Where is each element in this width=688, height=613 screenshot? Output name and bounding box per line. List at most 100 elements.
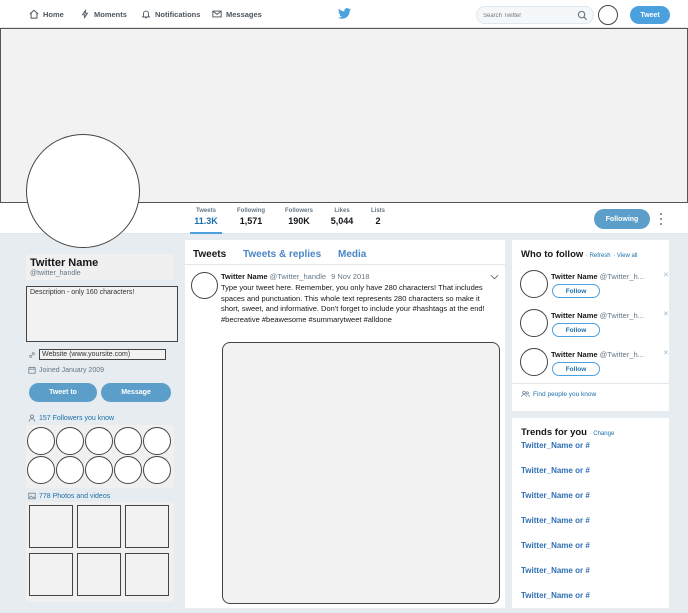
trend-item[interactable]: Twitter_Name or # (521, 466, 590, 475)
trend-item[interactable]: Twitter_Name or # (521, 541, 590, 550)
trend-item[interactable]: Twitter_Name or # (521, 591, 590, 600)
trend-item[interactable]: Twitter_Name or # (521, 491, 590, 500)
media-thumbnail[interactable] (125, 505, 169, 548)
tab-media[interactable]: Media (338, 249, 366, 260)
stat-likes[interactable]: Likes 5,044 (327, 208, 357, 226)
link-icon (29, 351, 35, 358)
nav-notifications[interactable]: Notifications (141, 9, 200, 19)
tab-tweets[interactable]: Tweets (193, 249, 226, 260)
nav-moments-label: Moments (94, 9, 127, 19)
media-thumbnail-grid (26, 502, 174, 602)
stat-following[interactable]: Following 1,571 (233, 208, 269, 226)
find-people-link[interactable]: Find people you know (521, 390, 596, 398)
account-avatar[interactable] (598, 5, 618, 25)
nav-messages-label: Messages (226, 9, 262, 19)
follower-avatar[interactable] (56, 456, 84, 484)
profile-name: Twitter Name (30, 257, 99, 269)
profile-avatar[interactable] (26, 134, 140, 248)
home-icon (29, 9, 39, 19)
bell-icon (141, 10, 151, 19)
media-thumbnail[interactable] (125, 553, 169, 596)
tweet-author-name[interactable]: Twitter Name (221, 272, 268, 281)
follow-button[interactable]: Follow (552, 323, 600, 337)
follower-avatar[interactable] (143, 427, 171, 455)
stat-label: Lists (370, 208, 385, 214)
top-navigation-bar: Home Moments Notifications Messages Twee… (0, 0, 688, 28)
view-all-link[interactable]: View all (617, 253, 638, 259)
suggested-user-name: Twitter Name (551, 272, 598, 281)
suggested-user: Twitter Name @Twitter_h... ✕ Follow (520, 309, 670, 341)
follower-avatar[interactable] (56, 427, 84, 455)
stat-label: Followers (284, 208, 313, 214)
trends-title: Trends for you (521, 427, 587, 438)
trend-item[interactable]: Twitter_Name or # (521, 516, 590, 525)
follower-avatar[interactable] (85, 456, 113, 484)
follow-button[interactable]: Follow (552, 284, 600, 298)
followers-you-know-label: 157 Followers you know (39, 414, 115, 422)
follower-avatar[interactable] (27, 427, 55, 455)
website-link[interactable]: Website (www.yoursite.com) (39, 349, 166, 360)
dismiss-icon[interactable]: ✕ (663, 271, 669, 279)
suggested-user-avatar[interactable] (520, 348, 548, 376)
tweet-media[interactable] (222, 342, 500, 604)
follow-button[interactable]: Follow (552, 362, 600, 376)
suggested-user-name: Twitter Name (551, 311, 598, 320)
dismiss-icon[interactable]: ✕ (663, 310, 669, 318)
media-thumbnail[interactable] (29, 505, 73, 548)
search-icon[interactable] (577, 10, 588, 21)
tweet-text: Type your tweet here. Remember, you only… (221, 283, 485, 324)
envelope-icon (212, 10, 222, 18)
follower-avatar[interactable] (114, 427, 142, 455)
followers-you-know-link[interactable]: 157 Followers you know (28, 414, 114, 422)
profile-handle[interactable]: @twitter_handle (30, 270, 81, 277)
trend-item[interactable]: Twitter_Name or # (521, 566, 590, 575)
suggested-user-name-line[interactable]: Twitter Name @Twitter_h... (551, 350, 658, 359)
nav-home[interactable]: Home (29, 9, 64, 19)
tweet-date[interactable]: 9 Nov 2018 (331, 272, 369, 281)
media-thumbnail[interactable] (29, 553, 73, 596)
twitter-bird-icon[interactable] (338, 8, 351, 19)
suggested-user-name-line[interactable]: Twitter Name @Twitter_h... (551, 272, 658, 281)
following-button[interactable]: Following (594, 209, 650, 229)
message-button[interactable]: Message (101, 383, 171, 402)
trend-item[interactable]: Twitter_Name or # (521, 441, 590, 450)
stat-value: 2 (375, 216, 381, 226)
media-thumbnail[interactable] (77, 505, 121, 548)
photos-videos-label: 778 Photos and videos (39, 492, 111, 500)
stat-tweets[interactable]: Tweets 11.3K (190, 208, 222, 234)
media-thumbnail[interactable] (77, 553, 121, 596)
follower-avatar[interactable] (85, 427, 113, 455)
tweet-to-button[interactable]: Tweet to (29, 383, 97, 402)
change-link[interactable]: Change (593, 431, 614, 437)
stat-label: Likes (334, 208, 350, 214)
search-input[interactable] (483, 10, 577, 21)
tweet-author-avatar[interactable] (191, 272, 218, 299)
chevron-down-icon[interactable] (490, 274, 499, 280)
who-to-follow-title: Who to follow (521, 249, 584, 260)
dismiss-icon[interactable]: ✕ (663, 349, 669, 357)
profile-sidebar: Twitter Name @twitter_handle Description… (24, 252, 178, 604)
stat-followers[interactable]: Followers 190K (281, 208, 317, 226)
tweet-button[interactable]: Tweet (630, 6, 670, 24)
more-options-icon[interactable] (660, 213, 664, 225)
nav-moments[interactable]: Moments (80, 9, 127, 19)
follower-avatar[interactable] (114, 456, 142, 484)
follower-avatar[interactable] (143, 456, 171, 484)
stat-value: 5,044 (330, 216, 354, 226)
tweet-author-handle[interactable]: @Twitter_handle (270, 272, 326, 281)
tab-tweets-and-replies[interactable]: Tweets & replies (243, 249, 321, 260)
nav-messages[interactable]: Messages (212, 9, 262, 19)
people-icon (521, 390, 530, 398)
suggested-user-avatar[interactable] (520, 270, 548, 298)
stat-label: Tweets (196, 208, 216, 214)
suggested-user-avatar[interactable] (520, 309, 548, 337)
trends-panel: Trends for you · Change Twitter_Name or … (512, 418, 669, 608)
follower-avatar[interactable] (27, 456, 55, 484)
tweet-item[interactable]: Twitter Name @Twitter_handle 9 Nov 2018 … (185, 264, 505, 608)
refresh-link[interactable]: Refresh (590, 253, 611, 259)
photos-videos-link[interactable]: 778 Photos and videos (28, 492, 110, 500)
tweet-header: Twitter Name @Twitter_handle 9 Nov 2018 (221, 272, 370, 281)
suggested-user-name-line[interactable]: Twitter Name @Twitter_h... (551, 311, 658, 320)
profile-description: Description - only 160 characters! (26, 286, 178, 342)
stat-lists[interactable]: Lists 2 (368, 208, 388, 226)
